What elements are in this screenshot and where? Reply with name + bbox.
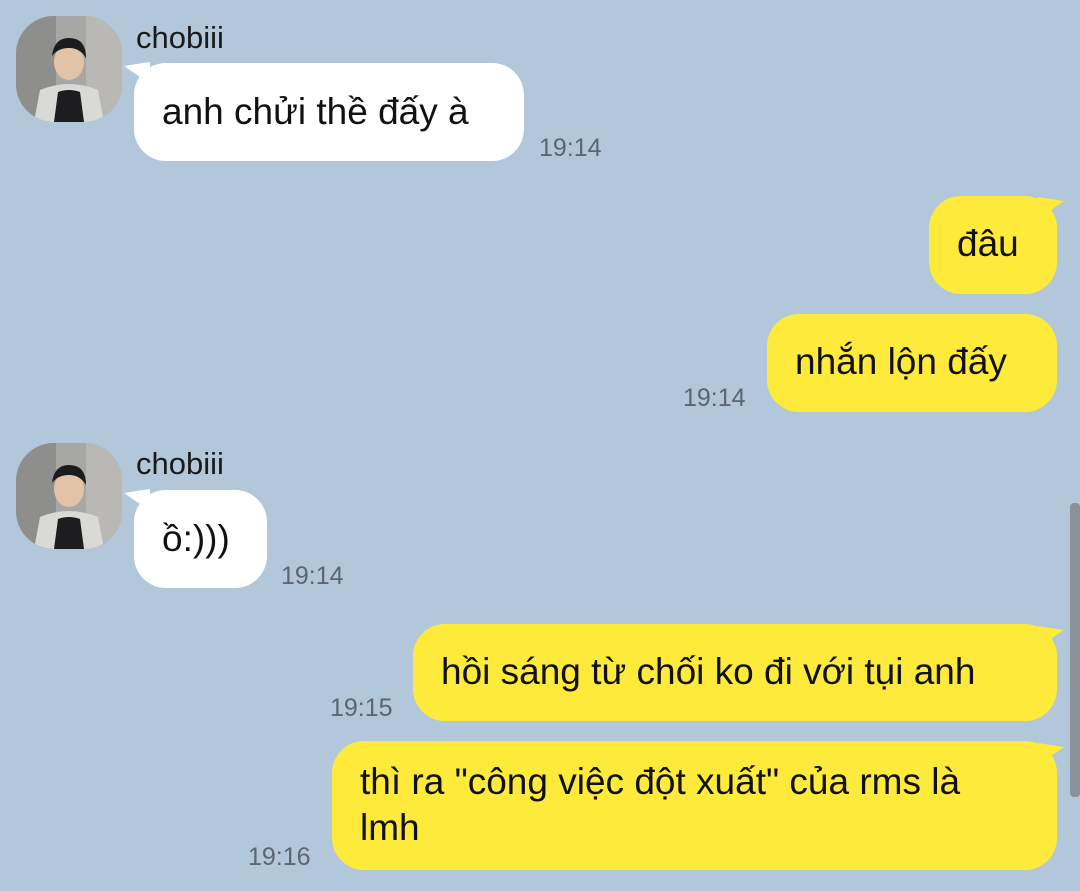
message-text: nhắn lộn đấy (795, 341, 1007, 382)
sender-name: chobiii (136, 446, 224, 481)
chat-area[interactable]: chobiii anh chửi thề đấy à 19:14 đâu nhắ… (0, 0, 1080, 891)
message-text-line-2: lmh (360, 807, 420, 848)
message-text: anh chửi thề đấy à (162, 91, 469, 132)
message-timestamp: 19:14 (281, 562, 344, 590)
message-text: hồi sáng từ chối ko đi với tụi anh (441, 651, 976, 692)
scrollbar[interactable] (1070, 503, 1080, 797)
outgoing-message-bubble[interactable]: thì ra "công việc đột xuất" của rms là l… (332, 741, 1057, 870)
incoming-message-bubble[interactable]: anh chửi thề đấy à (134, 63, 524, 161)
message-timestamp: 19:14 (683, 384, 746, 412)
message-timestamp: 19:15 (330, 694, 393, 722)
sender-name: chobiii (136, 20, 224, 55)
outgoing-message-bubble[interactable]: hồi sáng từ chối ko đi với tụi anh (413, 624, 1057, 721)
message-timestamp: 19:16 (248, 843, 311, 871)
message-timestamp: 19:14 (539, 134, 602, 162)
outgoing-message-bubble[interactable]: đâu (929, 196, 1057, 294)
avatar-photo-icon (16, 16, 122, 122)
avatar-photo-icon (16, 443, 122, 549)
sender-avatar[interactable] (16, 16, 122, 122)
message-text-line-1: thì ra "công việc đột xuất" của rms là (360, 761, 961, 802)
incoming-message-bubble[interactable]: ồ:))) (134, 490, 267, 588)
message-text: đâu (957, 223, 1019, 264)
outgoing-message-bubble[interactable]: nhắn lộn đấy (767, 314, 1057, 412)
message-text: ồ:))) (162, 518, 230, 559)
sender-avatar[interactable] (16, 443, 122, 549)
